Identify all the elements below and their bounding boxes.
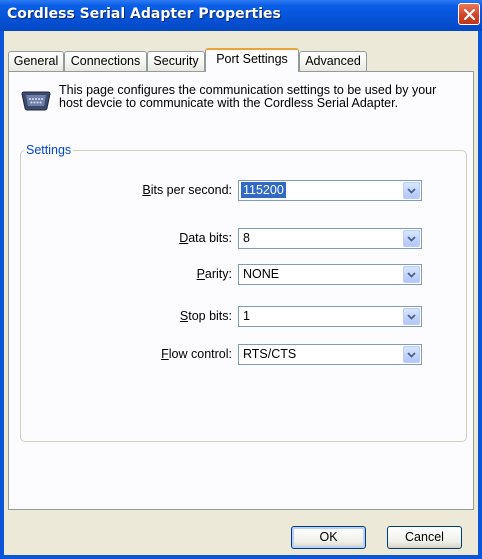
data-bits-dropdown-button[interactable]: [403, 230, 420, 247]
stop-bits-value: 1: [243, 309, 250, 323]
tab-security[interactable]: Security: [147, 51, 205, 71]
data-bits-select[interactable]: 8: [238, 228, 422, 249]
bits-per-second-value: 115200: [241, 182, 286, 198]
title-bar[interactable]: Cordless Serial Adapter Properties: [0, 0, 482, 31]
chevron-down-icon: [407, 188, 416, 194]
parity-value: NONE: [243, 267, 280, 281]
chevron-down-icon: [407, 352, 416, 358]
stop-bits-dropdown-button[interactable]: [403, 308, 420, 325]
tab-advanced[interactable]: Advanced: [299, 51, 367, 71]
parity-dropdown-button[interactable]: [403, 266, 420, 283]
close-button[interactable]: [458, 3, 480, 25]
flow-control-label: Flow control:: [161, 347, 232, 361]
bits-per-second-select[interactable]: 115200: [238, 180, 422, 201]
ok-button[interactable]: OK: [291, 526, 366, 549]
stop-bits-select[interactable]: 1: [238, 306, 422, 327]
close-icon: [463, 8, 476, 21]
flow-control-dropdown-button[interactable]: [403, 346, 420, 363]
parity-label: Parity:: [196, 267, 232, 281]
chevron-down-icon: [407, 272, 416, 278]
tab-port-settings[interactable]: Port Settings: [205, 48, 299, 72]
data-bits-label: Data bits:: [179, 231, 232, 245]
tab-general[interactable]: General: [8, 51, 64, 71]
parity-select[interactable]: NONE: [238, 264, 422, 285]
intro-text: This page configures the communication s…: [59, 83, 437, 110]
stop-bits-label: Stop bits:: [179, 309, 232, 323]
tab-connections[interactable]: Connections: [64, 51, 147, 71]
flow-control-select[interactable]: RTS/CTS: [238, 344, 422, 365]
data-bits-value: 8: [243, 231, 250, 245]
flow-control-value: RTS/CTS: [243, 347, 297, 361]
chevron-down-icon: [407, 314, 416, 320]
chevron-down-icon: [407, 236, 416, 242]
dialog-client-area: General Connections Security Port Settin…: [4, 31, 478, 555]
bits-per-second-dropdown-button[interactable]: [403, 182, 420, 199]
serial-port-icon: [21, 91, 51, 111]
window-title: Cordless Serial Adapter Properties: [7, 6, 281, 22]
settings-group-label: Settings: [24, 143, 74, 157]
cancel-button[interactable]: Cancel: [387, 526, 462, 549]
properties-window: Cordless Serial Adapter Properties Gener…: [0, 0, 482, 559]
bits-per-second-label: Bits per second:: [142, 183, 232, 197]
port-settings-panel: This page configures the communication s…: [8, 71, 474, 510]
